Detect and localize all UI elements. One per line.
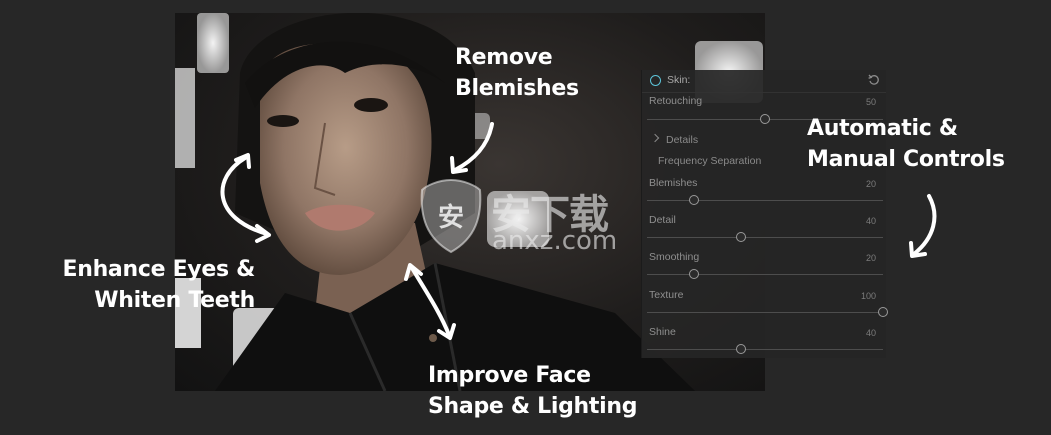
smoothing-slider-thumb[interactable]: [689, 269, 700, 279]
shine-value: 40: [865, 328, 876, 338]
callout-enhance-eyes-line1: Enhance Eyes &: [62, 257, 255, 282]
chevron-right-icon[interactable]: [650, 133, 660, 143]
skin-panel-header: Skin:: [642, 70, 886, 93]
skin-panel-title: Skin:: [667, 74, 691, 86]
callout-remove-blemishes-line2: Blemishes: [455, 76, 579, 101]
blemishes-slider[interactable]: [647, 195, 883, 205]
retouching-slider-thumb[interactable]: [760, 114, 770, 124]
detail-value: 40: [865, 216, 876, 226]
details-expander[interactable]: Details: [666, 134, 698, 146]
arrow-to-panel: [912, 194, 937, 256]
watermark-shield-icon: 安: [420, 178, 482, 254]
smoothing-value: 20: [865, 253, 876, 263]
promo-stage: 安 安下载 anxz.com Skin: Retouching 50 Detai…: [0, 0, 1051, 435]
blemishes-slider-thumb[interactable]: [689, 195, 700, 205]
watermark-shield-glyph: 安: [438, 203, 464, 233]
texture-value: 100: [860, 291, 876, 301]
detail-slider[interactable]: [647, 232, 883, 242]
retouching-label: Retouching: [649, 95, 703, 107]
callout-automatic-manual-line2: Manual Controls: [807, 147, 1005, 172]
callout-remove-blemishes: Remove Blemishes: [455, 42, 579, 104]
texture-slider-thumb[interactable]: [878, 307, 888, 317]
watermark-domain-text: anxz.com: [492, 226, 618, 256]
blemishes-value: 20: [865, 179, 876, 189]
callout-remove-blemishes-line1: Remove: [455, 45, 553, 70]
texture-label: Texture: [649, 289, 684, 301]
skin-enable-toggle[interactable]: [650, 75, 661, 86]
shine-label: Shine: [649, 326, 676, 338]
callout-improve-face: Improve Face Shape & Lighting: [428, 360, 637, 422]
shine-slider-thumb[interactable]: [736, 344, 747, 354]
frequency-separation-option[interactable]: Frequency Separation: [658, 155, 761, 167]
shine-slider[interactable]: [647, 344, 883, 354]
texture-slider[interactable]: [647, 307, 888, 317]
retouching-value: 50: [865, 97, 876, 107]
callout-enhance-eyes-line2: Whiten Teeth: [94, 288, 255, 313]
callout-automatic-manual: Automatic & Manual Controls: [807, 113, 1005, 175]
callout-improve-face-line2: Shape & Lighting: [428, 394, 638, 419]
reset-icon[interactable]: [868, 74, 880, 86]
detail-label: Detail: [649, 214, 676, 226]
smoothing-label: Smoothing: [649, 251, 700, 263]
callout-improve-face-line1: Improve Face: [428, 363, 591, 388]
smoothing-slider[interactable]: [647, 269, 883, 279]
blemishes-label: Blemishes: [649, 177, 698, 189]
callout-enhance-eyes: Enhance Eyes & Whiten Teeth: [47, 254, 255, 316]
callout-automatic-manual-line1: Automatic &: [807, 116, 958, 141]
detail-slider-thumb[interactable]: [736, 232, 747, 242]
